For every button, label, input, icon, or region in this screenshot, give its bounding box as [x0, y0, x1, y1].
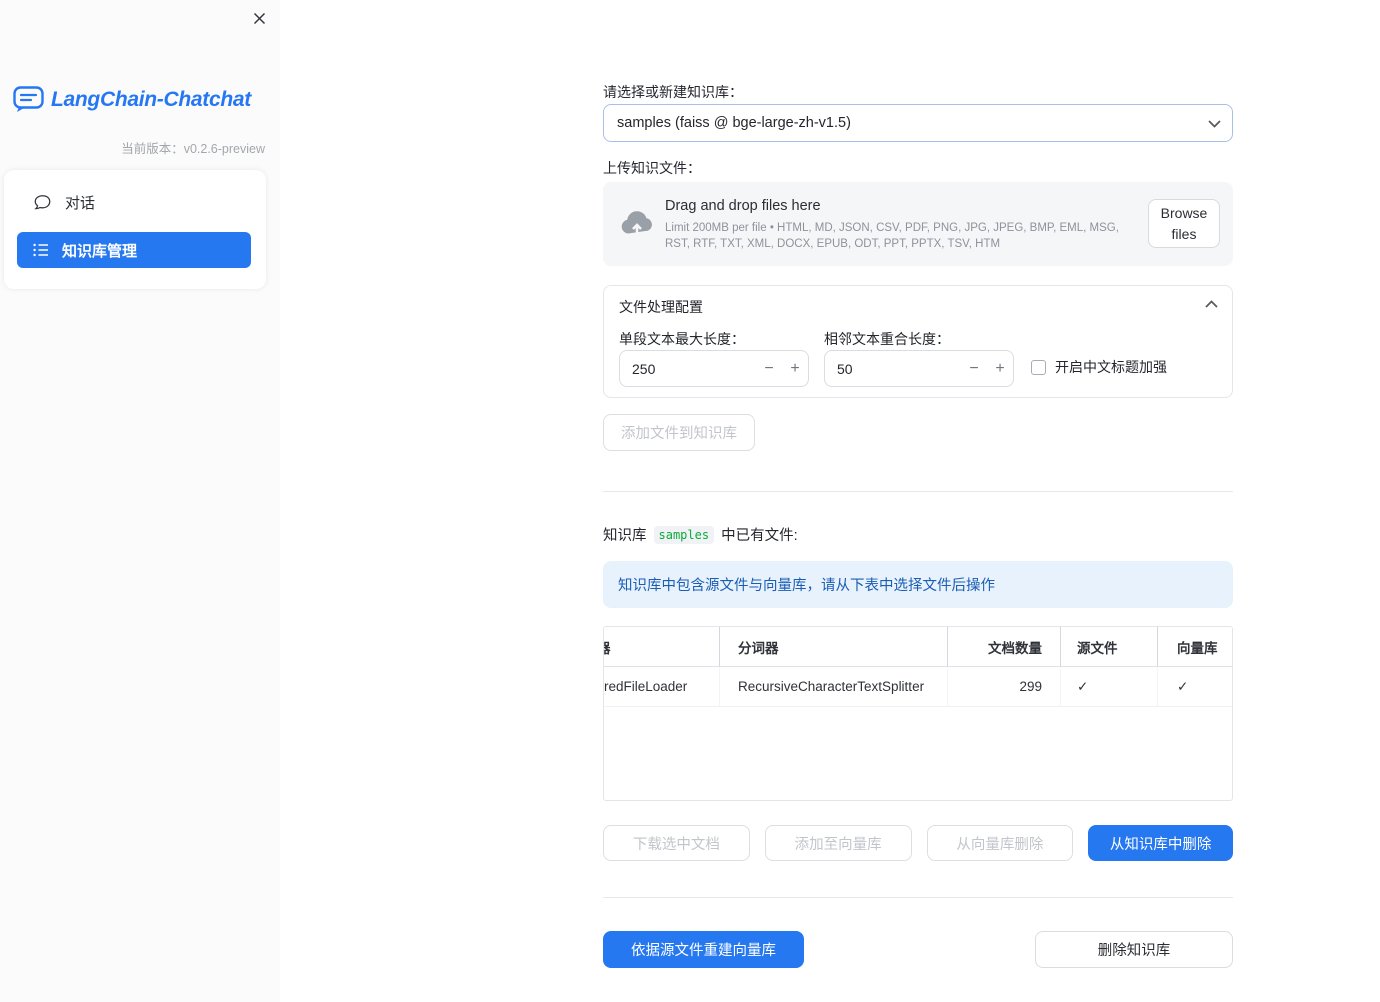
zh-title-enhance-checkbox[interactable]: 开启中文标题加强 [1031, 357, 1167, 377]
column-header-vector-store[interactable]: 向量库 [1158, 627, 1232, 666]
divider [603, 491, 1233, 492]
cell-vector-store-check: ✓ [1177, 678, 1189, 694]
chunk-size-increment-button[interactable]: + [782, 351, 808, 386]
delete-from-kb-button[interactable]: 从知识库中删除 [1088, 825, 1233, 861]
app-logo-text: LangChain-Chatchat [51, 87, 251, 111]
cell-loader: redFileLoader [604, 667, 720, 706]
expander-title[interactable]: 文件处理配置 [619, 297, 703, 317]
dropzone-limits: Limit 200MB per file • HTML, MD, JSON, C… [665, 222, 1119, 251]
sidebar: LangChain-Chatchat 当前版本：v0.2.6-preview 对… [0, 0, 280, 1002]
app-logo: LangChain-Chatchat [13, 86, 251, 113]
cell-splitter: RecursiveCharacterTextSplitter [720, 667, 948, 706]
kb-selectbox[interactable]: samples (faiss @ bge-large-zh-v1.5) [603, 104, 1233, 142]
browse-files-button[interactable]: Browse files [1148, 199, 1220, 248]
kb-name-code: samples [653, 525, 715, 544]
delete-from-vector-store-button[interactable]: 从向量库删除 [926, 825, 1074, 861]
sidebar-item-dialogue[interactable]: 对话 [16, 182, 254, 222]
chunk-size-label: 单段文本最大长度： [619, 331, 745, 347]
chat-bubble-icon [34, 194, 51, 209]
close-icon [253, 12, 265, 24]
add-to-vector-store-button[interactable]: 添加至向量库 [764, 825, 912, 861]
kb-files-suffix: 中已有文件: [721, 528, 798, 544]
column-header-doc-count[interactable]: 文档数量 [948, 627, 1061, 666]
overlap-size-decrement-button[interactable]: − [961, 351, 987, 386]
kb-files-heading: 知识库 samples 中已有文件: [603, 524, 798, 545]
add-files-to-kb-button[interactable]: 添加文件到知识库 [603, 414, 755, 451]
chunk-size-decrement-button[interactable]: − [756, 351, 782, 386]
upload-label: 上传知识文件： [603, 160, 701, 176]
overlap-size-increment-button[interactable]: + [987, 351, 1013, 386]
table-row[interactable]: redFileLoader RecursiveCharacterTextSpli… [604, 667, 1232, 707]
file-uploader-dropzone[interactable]: Drag and drop files here Limit 200MB per… [603, 182, 1233, 266]
column-header-splitter[interactable]: 分词器 [720, 627, 948, 666]
cell-doc-count: 299 [948, 667, 1061, 706]
column-header-loader[interactable]: 器 [604, 627, 720, 666]
column-header-source-file[interactable]: 源文件 [1061, 627, 1158, 666]
overlap-size-label: 相邻文本重合长度： [824, 331, 950, 347]
dropzone-title: Drag and drop files here [665, 198, 821, 214]
sidebar-menu: 对话 知识库管理 [4, 170, 266, 289]
app-logo-icon [13, 86, 44, 112]
kb-files-prefix: 知识库 [603, 528, 647, 544]
chevron-down-icon [1208, 120, 1221, 128]
file-config-expander: 文件处理配置 单段文本最大长度： 250 − + 相邻文本重合长度： 50 − … [603, 285, 1233, 398]
kb-files-table[interactable]: 器 分词器 文档数量 源文件 向量库 redFileLoader Recursi… [603, 626, 1233, 801]
table-actions: 下载选中文档 添加至向量库 从向量库删除 从知识库中删除 [603, 825, 1233, 861]
overlap-size-value[interactable]: 50 [825, 361, 961, 377]
checkbox-label: 开启中文标题加强 [1055, 359, 1167, 375]
table-header-row: 器 分词器 文档数量 源文件 向量库 [604, 627, 1232, 667]
download-selected-button[interactable]: 下载选中文档 [603, 825, 750, 861]
checkbox-box[interactable] [1031, 359, 1046, 375]
kb-selectbox-value: samples (faiss @ bge-large-zh-v1.5) [617, 115, 851, 131]
overlap-size-input[interactable]: 50 − + [824, 350, 1014, 387]
version-label: 当前版本：v0.2.6-preview [121, 142, 265, 156]
cell-source-file-check: ✓ [1061, 667, 1158, 706]
chevron-up-icon[interactable] [1205, 300, 1218, 308]
rebuild-vector-store-button[interactable]: 依据源文件重建向量库 [603, 931, 804, 968]
sidebar-item-knowledge-base[interactable]: 知识库管理 [17, 232, 251, 268]
main-content: 请选择或新建知识库： samples (faiss @ bge-large-zh… [603, 0, 1233, 1002]
delete-kb-button[interactable]: 删除知识库 [1035, 931, 1233, 968]
info-banner: 知识库中包含源文件与向量库，请从下表中选择文件后操作 [603, 561, 1233, 608]
close-sidebar-button[interactable] [249, 8, 269, 28]
sidebar-item-label: 知识库管理 [62, 242, 138, 260]
cloud-upload-icon [621, 211, 652, 237]
sidebar-item-label: 对话 [65, 194, 96, 212]
chunk-size-value[interactable]: 250 [620, 361, 756, 377]
divider [603, 897, 1233, 898]
list-icon [33, 243, 48, 257]
chunk-size-input[interactable]: 250 − + [619, 350, 809, 387]
kb-select-label: 请选择或新建知识库： [603, 84, 743, 100]
